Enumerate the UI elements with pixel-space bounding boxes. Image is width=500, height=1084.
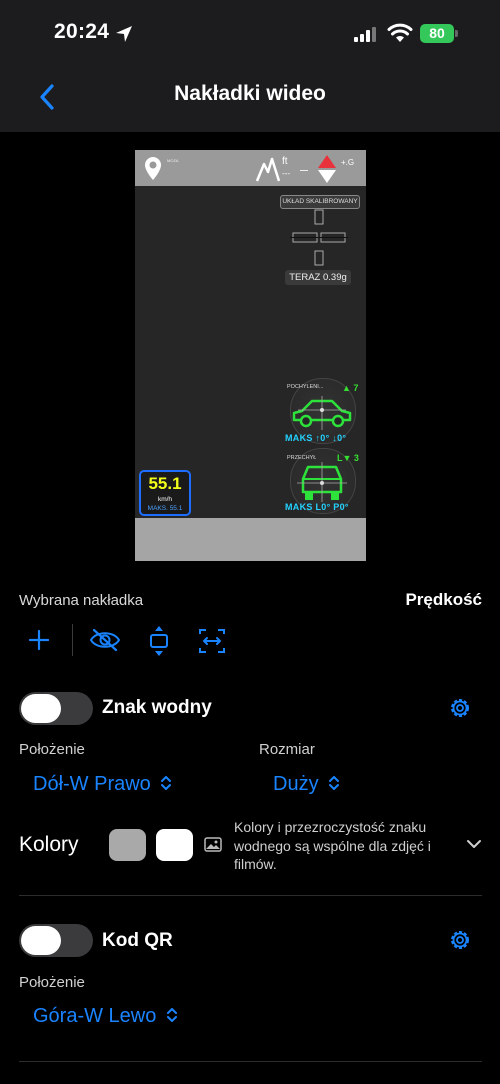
- qr-position-value: Góra-W Lewo: [33, 1005, 157, 1027]
- watermark-toggle[interactable]: [19, 692, 93, 725]
- qr-position-label: Położenie: [19, 974, 85, 991]
- battery-icon: 80: [420, 24, 454, 43]
- qr-label: Kod QR: [102, 930, 173, 951]
- gforce-now: TERAZ 0.39g: [285, 270, 351, 285]
- page-title: Nakładki wideo: [174, 82, 326, 105]
- toggle-knob: [21, 694, 61, 723]
- battery-cap: [455, 30, 458, 37]
- wifi-icon: [387, 23, 413, 42]
- watermark-size-picker[interactable]: Duży: [273, 773, 340, 796]
- roll-label: PRZECHYŁ: [287, 455, 317, 461]
- chevron-up-down-icon: [161, 776, 172, 790]
- speed-max: MAKS. 55.1: [147, 505, 183, 512]
- chevron-up-down-icon: [166, 1008, 177, 1022]
- pitch-label: POCHYLENI...: [287, 384, 324, 390]
- battery-level: 80: [429, 25, 445, 41]
- watermark-size-label: Rozmiar: [259, 741, 315, 758]
- altitude-unit: ft: [282, 156, 288, 167]
- chevron-up-down-icon: [329, 776, 340, 790]
- gear-icon[interactable]: [448, 696, 472, 720]
- preview-bottom-bar: [135, 518, 366, 561]
- section-divider: [19, 895, 482, 896]
- compass-icon: [318, 155, 336, 183]
- color-swatch-secondary[interactable]: [156, 829, 193, 861]
- map-pin-icon: [145, 157, 161, 180]
- add-icon[interactable]: [28, 629, 50, 651]
- section-divider: [19, 1061, 482, 1062]
- car-front-icon: [297, 462, 347, 502]
- gear-icon[interactable]: [448, 928, 472, 952]
- overlay-preview: MOZA ft --- +.G UKŁAD SKALIBROWANY TERAZ…: [135, 150, 366, 561]
- speed-value: 55.1: [148, 474, 182, 493]
- altitude-placeholder: [300, 170, 308, 171]
- photo-icon[interactable]: [204, 837, 222, 852]
- qr-position-picker[interactable]: Góra-W Lewo: [33, 1005, 178, 1028]
- status-time: 20:24: [54, 20, 110, 43]
- mountain-icon: [256, 157, 280, 182]
- car-side-icon: [292, 396, 352, 430]
- location-arrow-icon: [116, 26, 132, 42]
- speed-unit: km/h: [157, 496, 173, 503]
- gforce-unit: +.G: [341, 158, 355, 167]
- pitch-count: ▲ 7: [342, 383, 359, 393]
- toggle-knob: [21, 926, 61, 955]
- selected-overlay-value: Prędkość: [405, 590, 482, 609]
- roll-max: MAKS L0° P0°: [285, 502, 349, 512]
- colors-label: Kolory: [19, 833, 79, 856]
- eye-slash-icon[interactable]: [89, 628, 121, 652]
- qr-toggle[interactable]: [19, 924, 93, 957]
- watermark-size-value: Duży: [273, 773, 319, 795]
- calibrated-badge: UKŁAD SKALIBROWANY: [280, 195, 360, 209]
- watermark-label: Znak wodny: [102, 697, 212, 718]
- watermark-position-picker[interactable]: Dół-W Prawo: [33, 773, 172, 796]
- color-swatch-primary[interactable]: [109, 829, 146, 861]
- selected-overlay-label: Wybrana nakładka: [19, 592, 144, 609]
- watermark-position-label: Położenie: [19, 741, 85, 758]
- chevron-down-icon[interactable]: [466, 838, 482, 850]
- watermark-position-value: Dół-W Prawo: [33, 773, 151, 795]
- colors-note: Kolory i przezroczystość znaku wodnego s…: [234, 819, 431, 872]
- altitude-value: ---: [282, 169, 290, 178]
- resize-vertical-icon[interactable]: [147, 625, 171, 657]
- pitch-max: MAKS ↑0° ↓0°: [285, 433, 347, 443]
- preview-location-text: MOZA: [167, 158, 179, 163]
- toolbar-separator: [72, 624, 73, 656]
- signal-icon: [354, 27, 376, 42]
- speed-widget: 55.1 km/h MAKS. 55.1: [139, 470, 191, 516]
- resize-horizontal-icon[interactable]: [198, 628, 226, 654]
- gforce-crosshair: [290, 209, 348, 266]
